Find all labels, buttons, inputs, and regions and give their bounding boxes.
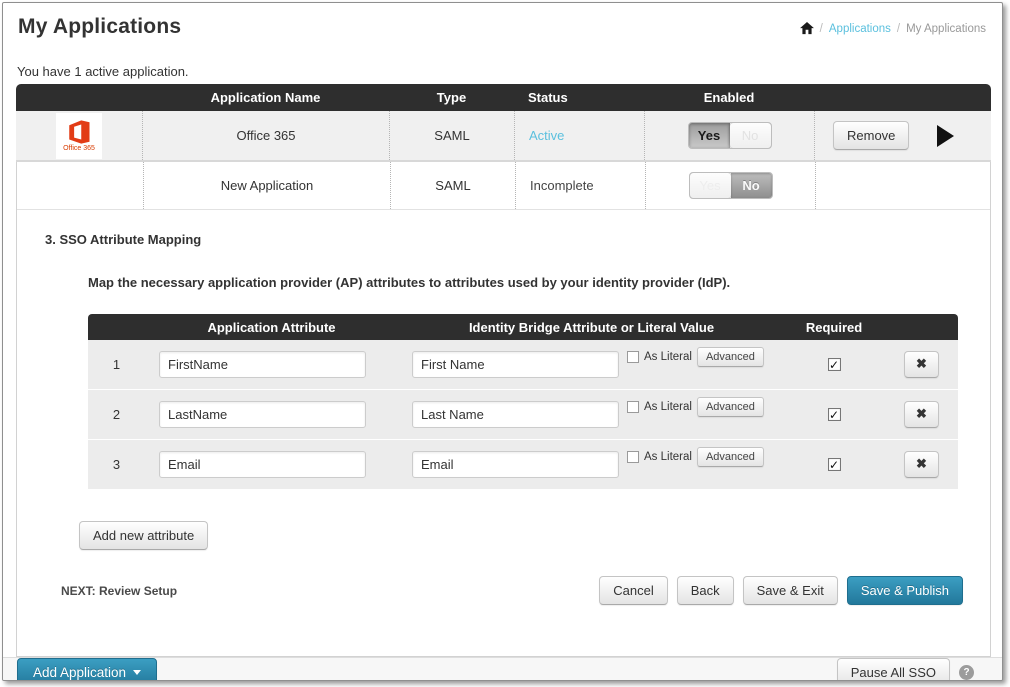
as-literal-label: As Literal bbox=[644, 351, 692, 363]
app-status: Incomplete bbox=[515, 162, 645, 209]
page-title: My Applications bbox=[18, 15, 181, 39]
breadcrumb-separator: / bbox=[820, 23, 823, 35]
app-name: Office 365 bbox=[142, 111, 389, 160]
breadcrumb-link-applications[interactable]: Applications bbox=[829, 23, 891, 35]
header-enabled: Enabled bbox=[644, 90, 814, 105]
breadcrumb: / Applications / My Applications bbox=[800, 22, 986, 35]
row-index: 1 bbox=[88, 357, 145, 372]
attribute-mapping-table: Application Attribute Identity Bridge At… bbox=[88, 314, 958, 490]
as-literal-checkbox[interactable] bbox=[627, 451, 639, 463]
add-application-button[interactable]: Add Application bbox=[17, 658, 157, 681]
toggle-no-label[interactable]: No bbox=[730, 123, 771, 148]
section-description: Map the necessary application provider (… bbox=[88, 275, 990, 290]
mapping-row-2: 2 As Literal Advanced bbox=[88, 390, 958, 440]
expand-arrow-icon[interactable] bbox=[937, 125, 954, 147]
applications-table-header: Application Name Type Status Enabled bbox=[16, 84, 991, 111]
required-checkbox[interactable]: ✓ bbox=[828, 458, 841, 471]
header-identity-bridge-attribute: Identity Bridge Attribute or Literal Val… bbox=[398, 320, 785, 335]
as-literal-group: As Literal Advanced bbox=[627, 447, 764, 467]
back-button[interactable]: Back bbox=[677, 576, 734, 605]
as-literal-checkbox[interactable] bbox=[627, 401, 639, 413]
advanced-button[interactable]: Advanced bbox=[697, 347, 764, 367]
as-literal-label: As Literal bbox=[644, 451, 692, 463]
application-attribute-input[interactable] bbox=[159, 401, 366, 428]
application-attribute-input[interactable] bbox=[159, 451, 366, 478]
header-application-attribute: Application Attribute bbox=[145, 320, 398, 335]
breadcrumb-current: My Applications bbox=[906, 23, 986, 35]
app-type: SAML bbox=[389, 111, 514, 160]
section-heading: 3. SSO Attribute Mapping bbox=[45, 232, 990, 247]
required-checkbox[interactable]: ✓ bbox=[828, 358, 841, 371]
office365-logo-text: Office 365 bbox=[63, 145, 95, 152]
enabled-toggle-new-application[interactable]: Yes No bbox=[689, 172, 773, 199]
wizard-actions-row: NEXT: Review Setup Cancel Back Save & Ex… bbox=[61, 576, 963, 605]
next-step-label: NEXT: Review Setup bbox=[61, 584, 177, 598]
office365-logo: Office 365 bbox=[56, 113, 102, 159]
header-required: Required bbox=[785, 320, 883, 335]
app-icon-empty bbox=[17, 162, 143, 209]
active-application-count: You have 1 active application. bbox=[17, 64, 1002, 79]
app-name: New Application bbox=[143, 162, 390, 209]
mapping-table-header: Application Attribute Identity Bridge At… bbox=[88, 314, 958, 340]
applications-table: Application Name Type Status Enabled Off… bbox=[16, 84, 991, 657]
main-content: My Applications / Applications / My Appl… bbox=[3, 3, 1002, 657]
application-attribute-input[interactable] bbox=[159, 351, 366, 378]
toggle-no-label[interactable]: No bbox=[731, 173, 772, 198]
identity-bridge-attribute-input[interactable] bbox=[412, 351, 619, 378]
toggle-yes-label[interactable]: Yes bbox=[690, 173, 731, 198]
home-icon[interactable] bbox=[800, 22, 814, 35]
row-index: 2 bbox=[88, 407, 145, 422]
table-row-office365: Office 365 Office 365 SAML Active Yes No… bbox=[16, 111, 991, 162]
as-literal-label: As Literal bbox=[644, 401, 692, 413]
required-checkbox[interactable]: ✓ bbox=[828, 408, 841, 421]
save-exit-button[interactable]: Save & Exit bbox=[743, 576, 838, 605]
pause-all-sso-button[interactable]: Pause All SSO bbox=[837, 658, 950, 681]
as-literal-group: As Literal Advanced bbox=[627, 347, 764, 367]
mapping-row-1: 1 As Literal Advanced bbox=[88, 340, 958, 390]
app-type: SAML bbox=[390, 162, 515, 209]
remove-button[interactable]: Remove bbox=[833, 121, 909, 150]
as-literal-checkbox[interactable] bbox=[627, 351, 639, 363]
footer-bar: Add Application Pause All SSO ? bbox=[3, 657, 1002, 681]
help-icon[interactable]: ? bbox=[959, 665, 974, 680]
cancel-button[interactable]: Cancel bbox=[599, 576, 667, 605]
header-status: Status bbox=[514, 90, 644, 105]
save-publish-button[interactable]: Save & Publish bbox=[847, 576, 963, 605]
app-actions-empty bbox=[815, 162, 990, 209]
header-application-name: Application Name bbox=[142, 90, 389, 105]
breadcrumb-separator: / bbox=[897, 23, 900, 35]
advanced-button[interactable]: Advanced bbox=[697, 447, 764, 467]
expanded-application-panel: New Application SAML Incomplete Yes No 3… bbox=[16, 162, 991, 657]
app-status: Active bbox=[514, 111, 644, 160]
advanced-button[interactable]: Advanced bbox=[697, 397, 764, 417]
sso-attribute-mapping-section: 3. SSO Attribute Mapping Map the necessa… bbox=[17, 232, 990, 656]
toggle-yes-label[interactable]: Yes bbox=[689, 123, 730, 148]
office365-logo-icon bbox=[66, 120, 92, 144]
caret-down-icon bbox=[133, 670, 141, 675]
app-window: My Applications / Applications / My Appl… bbox=[2, 2, 1003, 681]
page-header: My Applications / Applications / My Appl… bbox=[3, 3, 1002, 39]
identity-bridge-attribute-input[interactable] bbox=[412, 451, 619, 478]
table-row-new-application: New Application SAML Incomplete Yes No bbox=[17, 162, 990, 210]
as-literal-group: As Literal Advanced bbox=[627, 397, 764, 417]
mapping-row-3: 3 As Literal Advanced bbox=[88, 440, 958, 490]
identity-bridge-attribute-input[interactable] bbox=[412, 401, 619, 428]
row-index: 3 bbox=[88, 457, 145, 472]
add-application-label: Add Application bbox=[33, 665, 126, 680]
enabled-toggle-office365[interactable]: Yes No bbox=[688, 122, 772, 149]
delete-attribute-button[interactable]: ✖ bbox=[904, 401, 939, 427]
delete-attribute-button[interactable]: ✖ bbox=[904, 451, 939, 477]
add-new-attribute-button[interactable]: Add new attribute bbox=[79, 521, 208, 550]
delete-attribute-button[interactable]: ✖ bbox=[904, 351, 939, 377]
header-type: Type bbox=[389, 90, 514, 105]
